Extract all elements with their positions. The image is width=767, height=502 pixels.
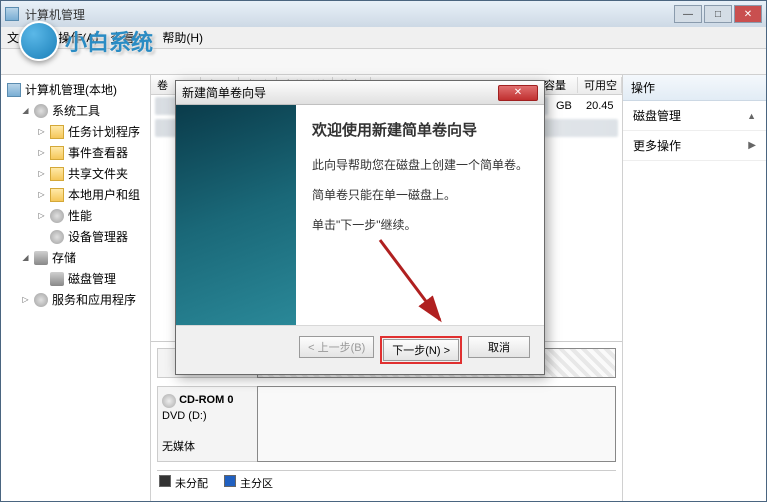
- folder-icon: [50, 167, 64, 181]
- actions-header: 操作: [623, 75, 766, 101]
- wizard-title: 新建简单卷向导: [182, 84, 266, 101]
- tutorial-highlight: 下一步(N) >: [380, 336, 462, 364]
- wizard-sidebar-image: [176, 105, 296, 325]
- window-title: 计算机管理: [25, 6, 85, 23]
- collapse-icon[interactable]: ◢: [21, 253, 30, 262]
- wizard-close-button[interactable]: ✕: [498, 85, 538, 101]
- perf-icon: [50, 209, 64, 223]
- tree-task-scheduler[interactable]: ▷任务计划程序: [3, 121, 148, 142]
- logo-text: 小白系统: [65, 25, 153, 57]
- maximize-button[interactable]: □: [704, 5, 732, 23]
- col-free[interactable]: 可用空: [578, 77, 622, 93]
- folder-icon: [50, 188, 64, 202]
- tree-disk-management[interactable]: ▷磁盘管理: [3, 268, 148, 289]
- cell-gb: GB: [552, 100, 582, 112]
- wizard-heading: 欢迎使用新建简单卷向导: [312, 119, 528, 140]
- tree-storage[interactable]: ◢ 存储: [3, 247, 148, 268]
- app-icon: [5, 7, 19, 21]
- tree-root[interactable]: 计算机管理(本地): [3, 79, 148, 100]
- logo-icon: [19, 21, 59, 61]
- wizard-back-button: < 上一步(B): [299, 336, 374, 358]
- tree-performance[interactable]: ▷性能: [3, 205, 148, 226]
- wizard-next-button[interactable]: 下一步(N) >: [383, 339, 459, 361]
- new-simple-volume-wizard: 新建简单卷向导 ✕ 欢迎使用新建简单卷向导 此向导帮助您在磁盘上创建一个简单卷。…: [175, 80, 545, 375]
- computer-icon: [7, 83, 21, 97]
- swatch-unallocated: [159, 475, 171, 487]
- close-button[interactable]: ✕: [734, 5, 762, 23]
- cdrom-title: CD-ROM 0: [179, 394, 233, 406]
- device-icon: [50, 230, 64, 244]
- watermark-logo: 小白系统: [19, 21, 153, 61]
- cell-free: 20.45: [582, 100, 622, 112]
- folder-icon: [50, 146, 64, 160]
- wizard-text-1: 此向导帮助您在磁盘上创建一个简单卷。: [312, 156, 528, 174]
- wizard-titlebar: 新建简单卷向导 ✕: [176, 81, 544, 105]
- tree-event-viewer[interactable]: ▷事件查看器: [3, 142, 148, 163]
- legend: 未分配 主分区: [157, 470, 616, 495]
- nav-tree: 计算机管理(本地) ◢ 系统工具 ▷任务计划程序 ▷事件查看器 ▷共享文件夹 ▷…: [1, 75, 151, 501]
- tree-services-apps[interactable]: ▷ 服务和应用程序: [3, 289, 148, 310]
- wizard-buttons: < 上一步(B) 下一步(N) > 取消: [176, 325, 544, 374]
- wizard-text-2: 简单卷只能在单一磁盘上。: [312, 186, 528, 204]
- collapse-icon[interactable]: ◢: [21, 106, 30, 115]
- folder-icon: [50, 125, 64, 139]
- actions-more[interactable]: 更多操作 ▶: [623, 131, 766, 161]
- tools-icon: [34, 104, 48, 118]
- chevron-up-icon: ▲: [747, 111, 756, 121]
- tree-system-tools[interactable]: ◢ 系统工具: [3, 100, 148, 121]
- actions-pane: 操作 磁盘管理 ▲ 更多操作 ▶: [622, 75, 766, 501]
- minimize-button[interactable]: —: [674, 5, 702, 23]
- cdrom-icon: [162, 394, 176, 408]
- disk-icon: [50, 272, 64, 286]
- tree-local-users[interactable]: ▷本地用户和组: [3, 184, 148, 205]
- wizard-text-3: 单击"下一步"继续。: [312, 216, 528, 234]
- services-icon: [34, 293, 48, 307]
- storage-icon: [34, 251, 48, 265]
- actions-disk-mgmt[interactable]: 磁盘管理 ▲: [623, 101, 766, 131]
- expand-icon[interactable]: ▷: [21, 295, 30, 304]
- tree-shared-folders[interactable]: ▷共享文件夹: [3, 163, 148, 184]
- menu-help[interactable]: 帮助(H): [162, 29, 203, 46]
- cdrom-sub: DVD (D:): [162, 410, 207, 422]
- chevron-right-icon: ▶: [748, 140, 756, 151]
- tree-device-manager[interactable]: ▷设备管理器: [3, 226, 148, 247]
- wizard-content: 欢迎使用新建简单卷向导 此向导帮助您在磁盘上创建一个简单卷。 简单卷只能在单一磁…: [296, 105, 544, 325]
- wizard-cancel-button[interactable]: 取消: [468, 336, 530, 358]
- swatch-primary: [224, 475, 236, 487]
- cdrom-note: 无媒体: [162, 441, 195, 453]
- cdrom-row[interactable]: CD-ROM 0 DVD (D:) 无媒体: [157, 386, 616, 462]
